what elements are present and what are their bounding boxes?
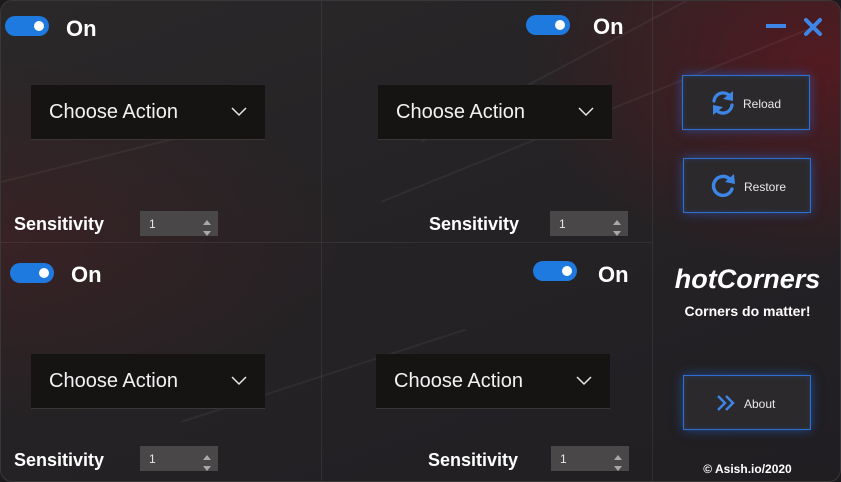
restore-button[interactable]: Restore [683,158,811,213]
toggle-label: On [593,14,624,39]
reload-label: Reload [743,97,782,111]
minimize-icon[interactable] [765,19,787,37]
divider-horizontal [1,242,652,243]
toggle-label: On [598,262,629,287]
restore-icon [710,172,738,205]
corner-toggle[interactable] [10,263,54,283]
stepper-up-icon[interactable] [613,449,623,460]
sensitivity-input[interactable] [551,446,611,471]
sensitivity-stepper [140,211,218,236]
stepper-down-icon[interactable] [202,225,212,236]
chevron-down-icon [231,104,247,122]
sensitivity-input[interactable] [140,446,200,471]
copyright-text: © Asish.io/2020 [703,462,792,476]
stepper-down-icon[interactable] [202,460,212,471]
stepper-down-icon[interactable] [613,460,623,471]
toggle-label: On [66,16,97,41]
reload-button[interactable]: Reload [682,75,810,130]
divider-vertical [652,1,653,481]
app-tagline: Corners do matter! [684,303,811,319]
corner-toggle[interactable] [526,15,570,35]
toggle-knob [39,268,49,278]
about-button[interactable]: About [683,375,811,430]
restore-label: Restore [744,180,787,194]
chevron-down-icon [231,373,247,391]
sensitivity-label: Sensitivity [14,450,105,470]
corner-toggle[interactable] [5,16,49,36]
sensitivity-stepper [551,446,629,471]
toggle-knob [562,266,572,276]
stepper-up-icon[interactable] [202,214,212,225]
toggle-label: On [71,262,102,287]
action-dropdown[interactable]: Choose Action [378,85,612,140]
double-chevron-right-icon [716,394,736,417]
sensitivity-input[interactable] [550,211,610,236]
dropdown-value: Choose Action [396,101,525,123]
stepper-down-icon[interactable] [612,225,622,236]
dropdown-value: Choose Action [49,370,178,392]
app-title: hotCorners [674,264,821,294]
corner-toggle[interactable] [533,261,577,281]
dropdown-value: Choose Action [394,370,523,392]
stepper-up-icon[interactable] [612,214,622,225]
action-dropdown[interactable]: Choose Action [376,354,610,409]
sensitivity-label: Sensitivity [429,214,520,234]
toggle-knob [34,21,44,31]
refresh-icon [709,89,737,122]
sensitivity-stepper [140,446,218,471]
dropdown-value: Choose Action [49,101,178,123]
sensitivity-input[interactable] [140,211,200,236]
app-window: On Choose Action Sensitivity On Choose A… [0,0,841,482]
action-dropdown[interactable]: Choose Action [31,354,265,409]
stepper-up-icon[interactable] [202,449,212,460]
chevron-down-icon [578,104,594,122]
sensitivity-label: Sensitivity [428,450,519,470]
action-dropdown[interactable]: Choose Action [31,85,265,140]
about-label: About [744,397,776,411]
chevron-down-icon [576,373,592,391]
toggle-knob [555,20,565,30]
divider-vertical [321,1,322,481]
sensitivity-label: Sensitivity [14,214,105,234]
sensitivity-stepper [550,211,628,236]
close-icon[interactable] [803,17,823,42]
